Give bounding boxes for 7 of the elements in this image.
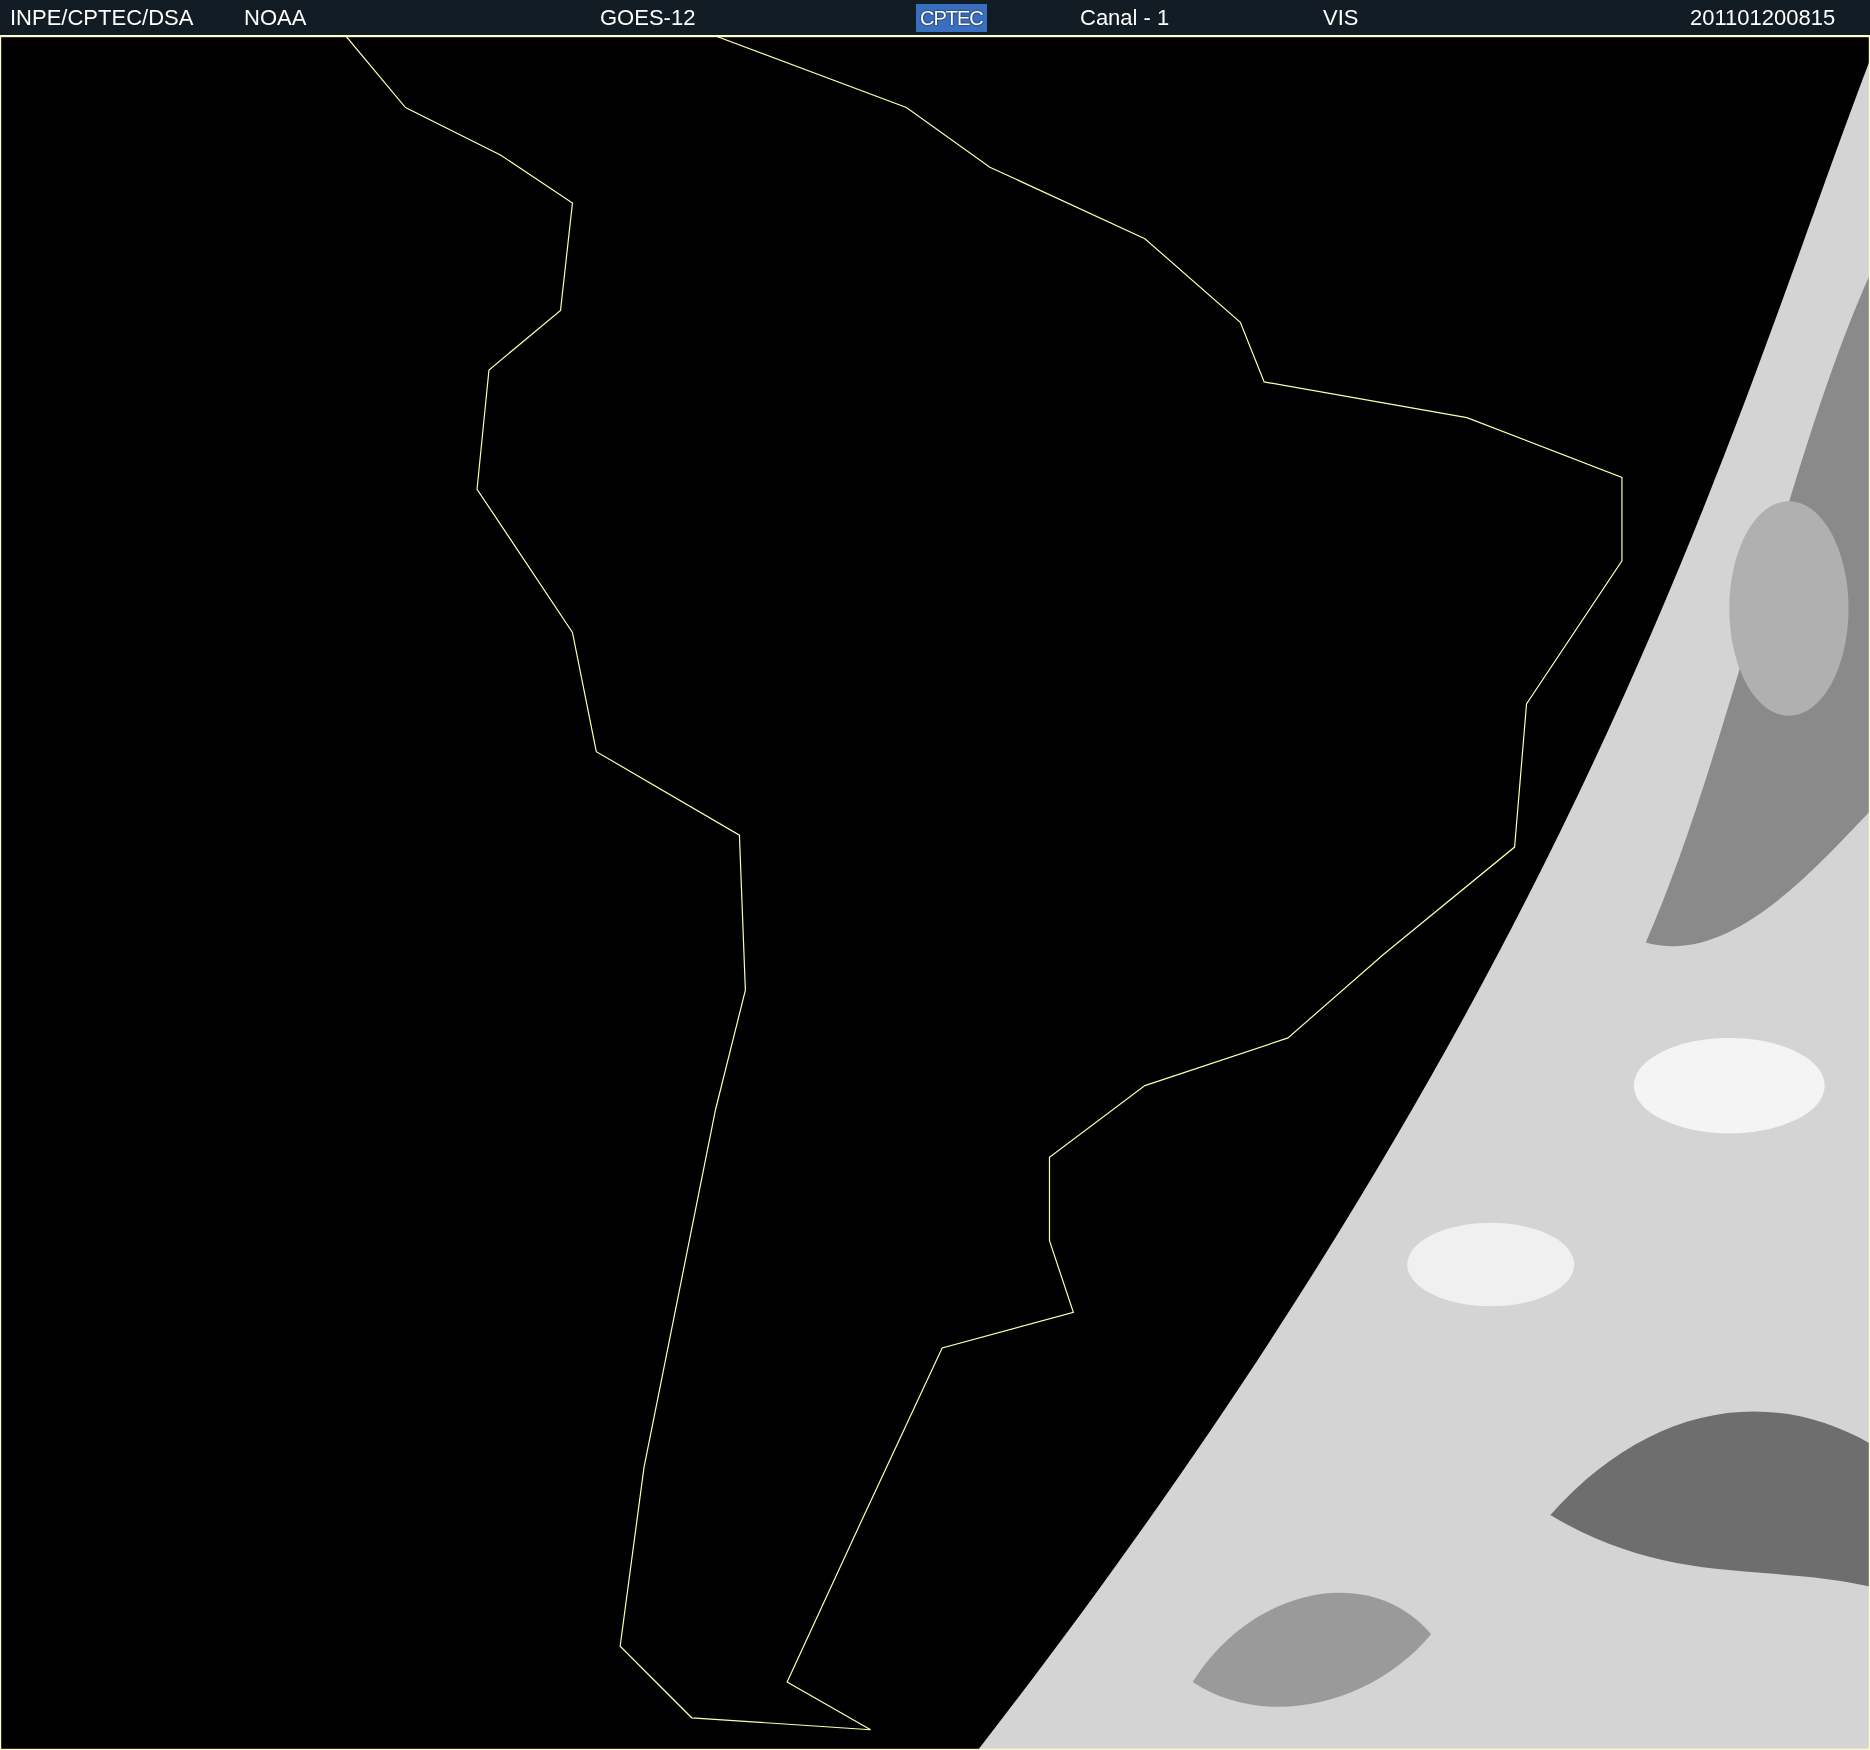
channel-label: Canal - 1: [1080, 4, 1170, 30]
cptec-logo: CPTEC: [916, 3, 987, 32]
timestamp-label: 201101200815: [1690, 4, 1836, 30]
satellite-label: GOES-12: [600, 4, 696, 30]
agency-label: NOAA: [244, 4, 307, 30]
organization-label: INPE/CPTEC/DSA: [10, 4, 194, 30]
band-label: VIS: [1323, 4, 1359, 30]
